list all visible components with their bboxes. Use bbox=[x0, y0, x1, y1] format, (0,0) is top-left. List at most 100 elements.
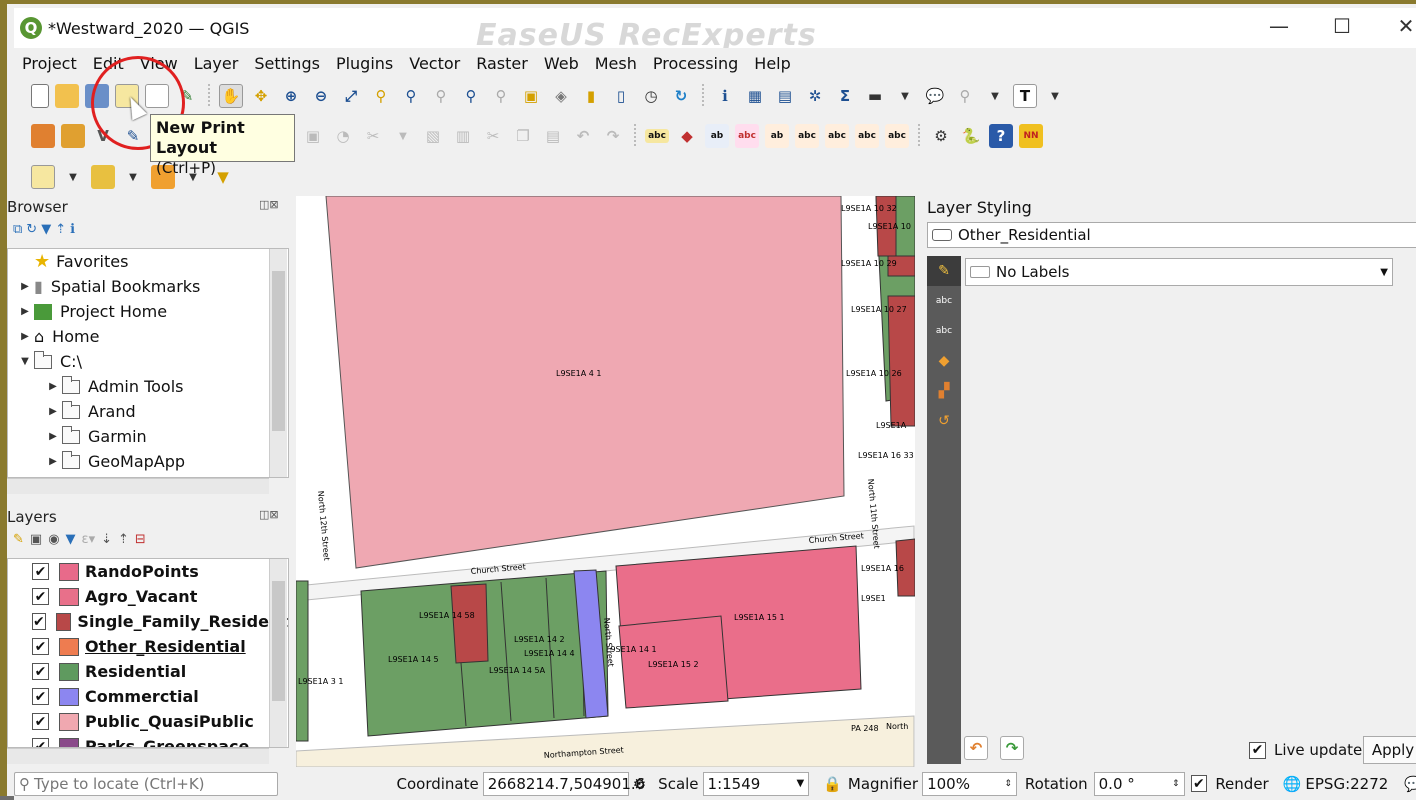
browser-hscrollbar[interactable] bbox=[7, 478, 269, 494]
paste-features-icon[interactable]: ▤ bbox=[541, 124, 565, 148]
tree-item[interactable]: ▶ ▮ Spatial Bookmarks bbox=[8, 274, 288, 299]
pan-map-icon[interactable]: ✋ bbox=[219, 84, 243, 108]
crs-label[interactable]: EPSG:2272 bbox=[1305, 775, 1388, 793]
pan-to-selection-icon[interactable]: ✥ bbox=[249, 84, 273, 108]
layer-item[interactable]: ✔ Other_Residential bbox=[8, 634, 288, 659]
zoom-full-icon[interactable]: ⤢ bbox=[339, 84, 363, 108]
move-label-icon[interactable]: ab bbox=[765, 124, 789, 148]
attribute-table-icon[interactable]: ▦ bbox=[743, 84, 767, 108]
undo-icon[interactable]: ↶ bbox=[964, 736, 988, 760]
add-feature-icon[interactable]: ◔ bbox=[331, 124, 355, 148]
spin-icon[interactable]: ⇕ bbox=[1004, 779, 1012, 789]
close-button[interactable]: ✕ bbox=[1386, 14, 1416, 42]
redo-icon[interactable]: ↷ bbox=[601, 124, 625, 148]
field-calculator-icon[interactable]: Σ bbox=[833, 84, 857, 108]
select-icon[interactable]: ⚲ bbox=[953, 84, 977, 108]
map-svg[interactable]: L9SE1A 4 1 L9SE1A 14 58 L9SE1A 14 2 L9SE… bbox=[296, 196, 915, 767]
refresh-icon[interactable]: ↻ bbox=[669, 84, 693, 108]
geo-search-icon[interactable]: ⚙ bbox=[929, 124, 953, 148]
layer-item[interactable]: ✔ Agro_Vacant bbox=[8, 584, 288, 609]
data-source-manager-icon[interactable] bbox=[31, 124, 55, 148]
layers-hscrollbar[interactable] bbox=[7, 748, 269, 764]
eye-icon[interactable]: ◉ bbox=[48, 532, 59, 547]
diagram-tool-icon[interactable]: ◆ bbox=[675, 124, 699, 148]
collapse-all-icon[interactable]: ⇡ bbox=[55, 222, 66, 237]
statistical-summary-icon[interactable]: ▤ bbox=[773, 84, 797, 108]
parcel-west[interactable] bbox=[296, 580, 309, 742]
render-checkbox[interactable]: ✔ bbox=[1190, 775, 1208, 792]
map-canvas[interactable]: L9SE1A 4 1 L9SE1A 14 58 L9SE1A 14 2 L9SE… bbox=[296, 196, 915, 767]
open-project-icon[interactable] bbox=[55, 84, 79, 108]
scrollbar-thumb[interactable] bbox=[272, 581, 285, 701]
coordinate-field[interactable]: 2668214.7,504901.6 bbox=[482, 771, 645, 796]
layer-checkbox[interactable]: ✔ bbox=[32, 663, 49, 680]
layers-scrollbar[interactable] bbox=[269, 559, 287, 747]
tree-item[interactable]: ▶ Arand bbox=[8, 399, 288, 424]
symbology-tab-icon[interactable]: ✎ bbox=[927, 256, 961, 286]
layer-checkbox[interactable]: ✔ bbox=[32, 613, 46, 630]
menu-plugins[interactable]: Plugins bbox=[336, 54, 393, 73]
add-selected-layers-icon[interactable]: ⧉ bbox=[13, 222, 22, 237]
layer-checkbox[interactable]: ✔ bbox=[32, 713, 49, 730]
extents-toggle-icon[interactable]: ⚙ bbox=[633, 775, 646, 793]
layer-item[interactable]: ✔ Parks_Greenspace bbox=[8, 734, 288, 747]
filter-icon[interactable]: ▼ bbox=[41, 222, 51, 237]
zoom-out-icon[interactable]: ⊖ bbox=[309, 84, 333, 108]
menu-help[interactable]: Help bbox=[754, 54, 790, 73]
pin-labels-icon[interactable]: ab bbox=[705, 124, 729, 148]
menu-layer[interactable]: Layer bbox=[194, 54, 239, 73]
text-annotation-icon[interactable]: T bbox=[1013, 84, 1037, 108]
layer-item[interactable]: ✔ Residential bbox=[8, 659, 288, 684]
delete-selected-icon[interactable]: ▥ bbox=[451, 124, 475, 148]
tree-item[interactable]: ▶ Project Home bbox=[8, 299, 288, 324]
layer-item[interactable]: ✔ RandoPoints bbox=[8, 559, 288, 584]
tree-item[interactable]: ▼ C:\ bbox=[8, 349, 288, 374]
diagrams-tab-icon[interactable]: ▞ bbox=[927, 376, 961, 406]
select-by-value-icon[interactable] bbox=[91, 165, 115, 189]
live-update-checkbox[interactable]: ✔ bbox=[1249, 741, 1266, 759]
messages-icon[interactable]: 💬 bbox=[1404, 775, 1416, 793]
copy-features-icon[interactable]: ❐ bbox=[511, 124, 535, 148]
maximize-button[interactable]: ☐ bbox=[1322, 14, 1362, 42]
chevron-down-icon[interactable]: ▼ bbox=[121, 165, 145, 189]
vertex-tool-icon[interactable]: ✂ bbox=[361, 124, 385, 148]
scale-field[interactable]: 1:1549 ▼ bbox=[702, 771, 810, 796]
layer-item[interactable]: ✔ Public_QuasiPublic bbox=[8, 709, 288, 734]
modify-attributes-icon[interactable]: ▧ bbox=[421, 124, 445, 148]
chevron-down-icon[interactable]: ▼ bbox=[893, 84, 917, 108]
chevron-down-icon[interactable]: ▼ bbox=[1043, 84, 1067, 108]
filter-expression-icon[interactable]: ε▾ bbox=[82, 532, 96, 547]
show-bookmarks-icon[interactable]: ▯ bbox=[609, 84, 633, 108]
refresh-icon[interactable]: ↻ bbox=[26, 222, 37, 237]
new-project-icon[interactable] bbox=[31, 84, 49, 108]
magnifier-field[interactable]: 100% ⇕ bbox=[922, 771, 1017, 796]
info-icon[interactable]: ℹ bbox=[70, 222, 75, 237]
minimize-button[interactable]: — bbox=[1259, 14, 1299, 42]
map-tips-icon[interactable]: 💬 bbox=[923, 84, 947, 108]
menu-web[interactable]: Web bbox=[544, 54, 579, 73]
rotate-label-icon[interactable]: abc bbox=[825, 124, 849, 148]
menu-raster[interactable]: Raster bbox=[476, 54, 528, 73]
parcel-single-family[interactable] bbox=[450, 583, 489, 664]
zoom-last-icon[interactable]: ⚲ bbox=[459, 84, 483, 108]
label-properties-icon[interactable]: abc bbox=[885, 124, 909, 148]
menu-settings[interactable]: Settings bbox=[254, 54, 320, 73]
chevron-down-icon[interactable]: ▼ bbox=[983, 84, 1007, 108]
masks-tab-icon[interactable]: abc bbox=[927, 316, 961, 346]
show-hide-labels-icon[interactable]: abc bbox=[795, 124, 819, 148]
history-tab-icon[interactable]: ↺ bbox=[927, 406, 961, 436]
menu-processing[interactable]: Processing bbox=[653, 54, 738, 73]
layer-checkbox[interactable]: ✔ bbox=[32, 688, 49, 705]
layer-checkbox[interactable]: ✔ bbox=[32, 563, 49, 580]
save-edits-icon[interactable]: ▣ bbox=[301, 124, 325, 148]
chevron-down-icon[interactable]: ▼ bbox=[61, 165, 85, 189]
tree-item[interactable]: ▶ GeoMapApp bbox=[8, 449, 288, 474]
rotation-field[interactable]: 0.0 ° ⇕ bbox=[1093, 771, 1185, 796]
undo-icon[interactable]: ↶ bbox=[571, 124, 595, 148]
new-map-view-icon[interactable]: ▣ bbox=[519, 84, 543, 108]
zoom-in-icon[interactable]: ⊕ bbox=[279, 84, 303, 108]
labels-tab-icon[interactable]: abc bbox=[927, 286, 961, 316]
highlight-labels-icon[interactable]: abc bbox=[735, 124, 759, 148]
layer-select[interactable]: Other_Residential bbox=[927, 222, 1416, 248]
crs-icon[interactable]: 🌐 bbox=[1283, 775, 1302, 793]
